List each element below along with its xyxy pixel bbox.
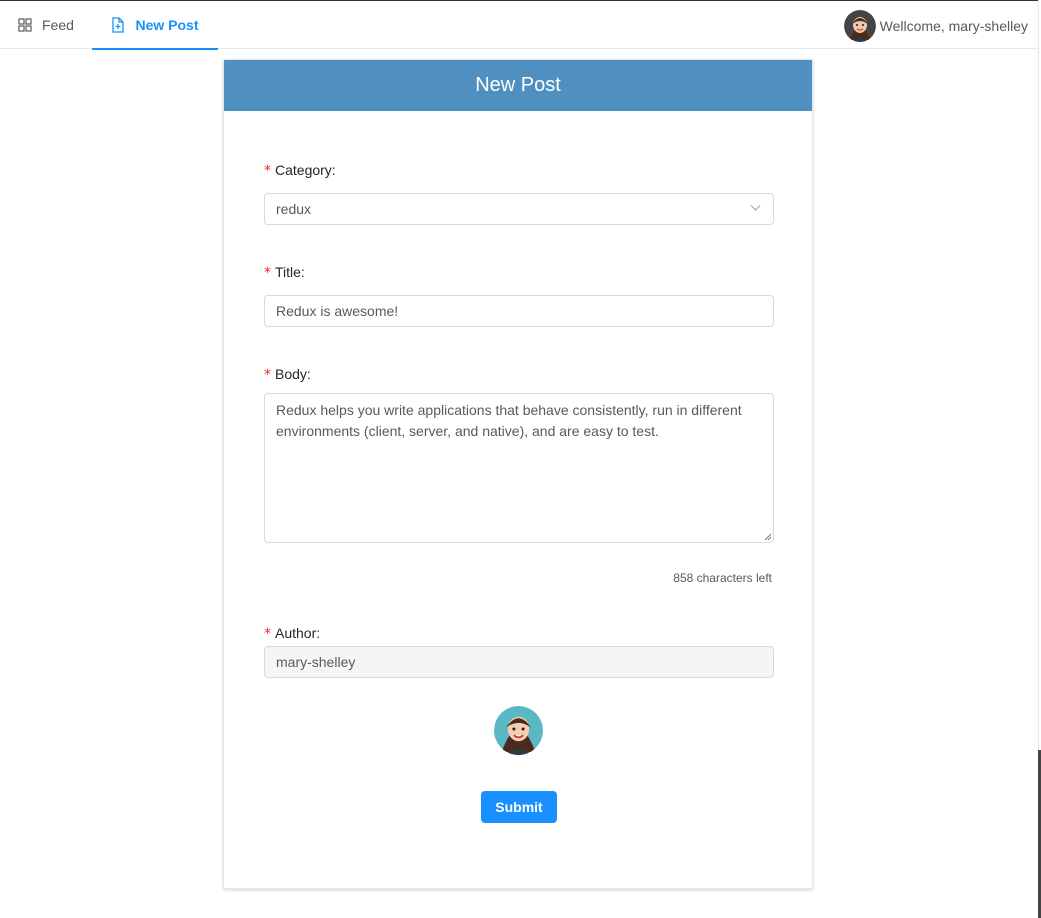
file-add-icon xyxy=(112,17,125,33)
welcome-text: Wellcome, mary-shelley xyxy=(879,18,1028,34)
card-title: New Post xyxy=(224,60,812,111)
category-field: * Category: xyxy=(264,162,774,179)
characters-left-counter: 858 characters left xyxy=(673,571,772,585)
author-value: mary-shelley xyxy=(276,654,356,670)
nav-item-new-post[interactable]: New Post xyxy=(92,1,218,50)
new-post-card: New Post * Category: redux * Title: Redux … xyxy=(223,59,813,889)
resize-handle-icon[interactable] xyxy=(764,533,772,541)
category-select[interactable]: redux xyxy=(264,193,774,225)
body-label: * Body: xyxy=(264,366,311,383)
top-navigation: Feed New Post Wellcome, mary-shelley xyxy=(0,1,1038,50)
body-field: * Body: xyxy=(264,366,774,383)
title-field: * Title: xyxy=(264,264,774,281)
chevron-down-icon xyxy=(750,205,761,211)
submit-button[interactable]: Submit xyxy=(481,791,557,823)
category-label: * Category: xyxy=(264,162,336,179)
category-value: redux xyxy=(276,201,312,217)
title-label: * Title: xyxy=(264,264,305,281)
avatar xyxy=(843,10,876,42)
body-textarea[interactable]: Redux helps you write applications that … xyxy=(264,393,774,543)
user-welcome[interactable]: Wellcome, mary-shelley xyxy=(843,10,1028,42)
appstore-icon xyxy=(18,18,32,32)
author-label: * Author: xyxy=(264,625,321,642)
title-input[interactable]: Redux is awesome! xyxy=(264,295,774,327)
nav-item-new-post-label: New Post xyxy=(135,17,199,33)
nav-item-feed-label: Feed xyxy=(42,17,74,33)
author-input: mary-shelley xyxy=(264,646,774,678)
title-value: Redux is awesome! xyxy=(276,303,399,319)
author-field: * Author: xyxy=(264,625,774,642)
nav-item-feed[interactable]: Feed xyxy=(18,1,74,49)
author-avatar xyxy=(494,706,543,755)
